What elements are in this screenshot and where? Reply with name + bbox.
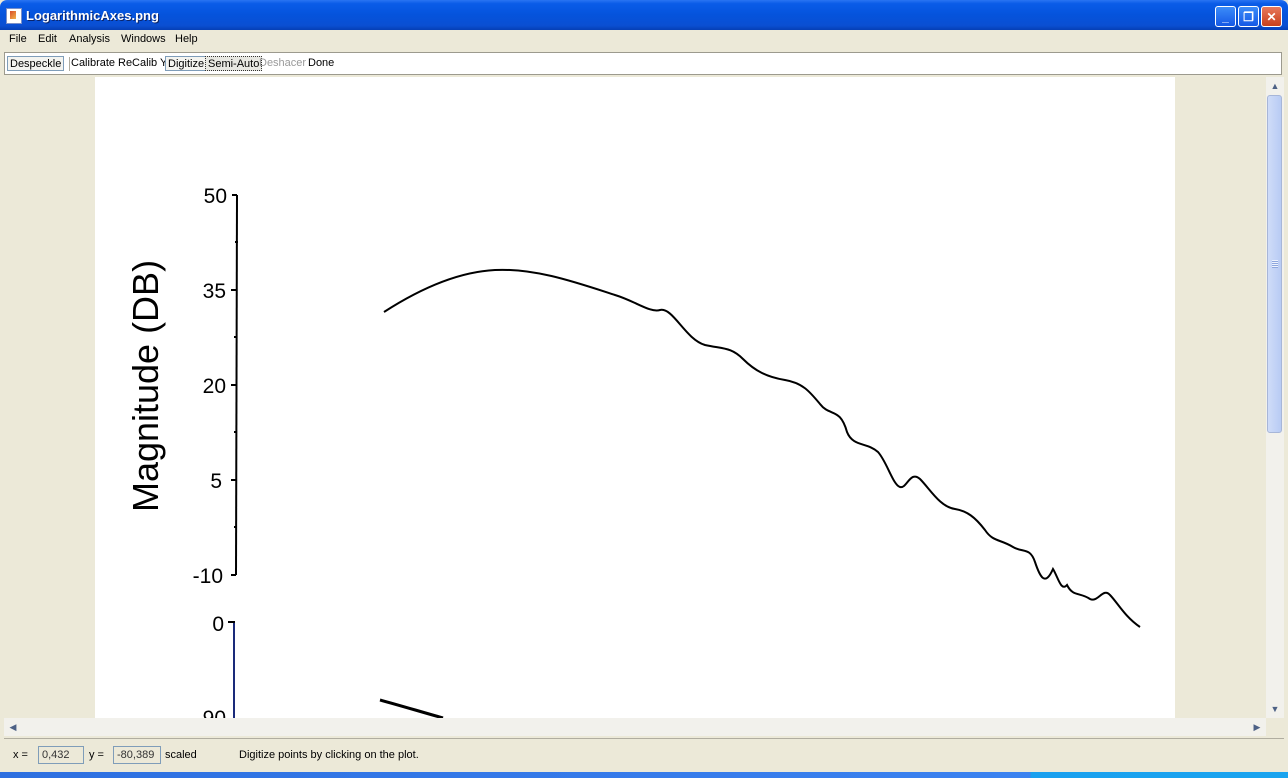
menu-analysis[interactable]: Analysis	[69, 33, 110, 45]
done-button[interactable]: Done	[306, 56, 336, 71]
taskbar	[0, 772, 1288, 778]
window-title: LogarithmicAxes.png	[26, 8, 159, 23]
restore-button[interactable]: ❐	[1238, 6, 1259, 27]
scroll-right-arrow-icon[interactable]: ▶	[1249, 719, 1265, 735]
x-label: x =	[13, 749, 28, 761]
y-tick-label: -10	[193, 565, 223, 588]
close-button[interactable]: ✕	[1261, 6, 1282, 27]
app-icon	[6, 8, 22, 24]
y-tick-label: 35	[203, 280, 226, 303]
vertical-scrollbar[interactable]: ▲ ▼	[1266, 77, 1284, 718]
title-bar: LogarithmicAxes.png _ ❐ ✕	[0, 0, 1288, 30]
semi-auto-button[interactable]: Semi-Auto	[205, 56, 263, 71]
calibrate-button[interactable]: Calibrate	[69, 56, 117, 71]
grip-icon	[1272, 260, 1278, 268]
x-coordinate-field: 0,432	[38, 746, 84, 764]
vertical-scroll-thumb[interactable]	[1267, 95, 1282, 433]
recalib-y-button[interactable]: ReCalib Y	[116, 56, 169, 71]
menu-file[interactable]: File	[9, 33, 27, 45]
toolbar: Despeckle Calibrate ReCalib Y Digitize S…	[4, 52, 1282, 75]
status-bar: x = 0,432 y = -80,389 scaled Digitize po…	[4, 738, 1284, 773]
y-tick-label: 50	[204, 185, 227, 208]
menu-bar: File Edit Analysis Windows Help	[4, 30, 1284, 49]
horizontal-scrollbar[interactable]: ◀ ▶	[4, 718, 1266, 736]
scroll-down-arrow-icon[interactable]: ▼	[1267, 701, 1283, 717]
scroll-up-arrow-icon[interactable]: ▲	[1267, 78, 1283, 94]
magnitude-curve	[383, 268, 1141, 628]
phase-tick-label: 0	[212, 613, 224, 636]
minimize-button[interactable]: _	[1215, 6, 1236, 27]
despeckle-button[interactable]: Despeckle	[7, 56, 65, 71]
plot-svg: Magnitude (DB) 50 35 20 5 -10 0	[125, 185, 1141, 718]
phase-tick-label: 90	[203, 707, 226, 718]
y-tick-labels: 50 35 20 5 -10	[193, 185, 227, 588]
y-tick-label: 20	[203, 375, 226, 398]
y-tick-label: 5	[210, 470, 222, 493]
y-label: y =	[89, 749, 104, 761]
image-viewport[interactable]: Magnitude (DB) 50 35 20 5 -10 0	[4, 77, 1266, 718]
scroll-left-arrow-icon[interactable]: ◀	[5, 719, 21, 735]
y-axis-label: Magnitude (DB)	[125, 260, 166, 512]
plot-image[interactable]: Magnitude (DB) 50 35 20 5 -10 0	[95, 77, 1175, 718]
status-message: Digitize points by clicking on the plot.	[239, 749, 419, 761]
y-axis-line	[235, 194, 238, 576]
y-coordinate-field: -80,389	[113, 746, 161, 764]
menu-edit[interactable]: Edit	[38, 33, 57, 45]
deshacer-button[interactable]: Deshacer	[257, 56, 308, 71]
phase-curve	[379, 698, 444, 718]
menu-help[interactable]: Help	[175, 33, 198, 45]
digitize-button[interactable]: Digitize	[165, 56, 208, 71]
scaled-label: scaled	[165, 749, 197, 761]
menu-windows[interactable]: Windows	[121, 33, 166, 45]
